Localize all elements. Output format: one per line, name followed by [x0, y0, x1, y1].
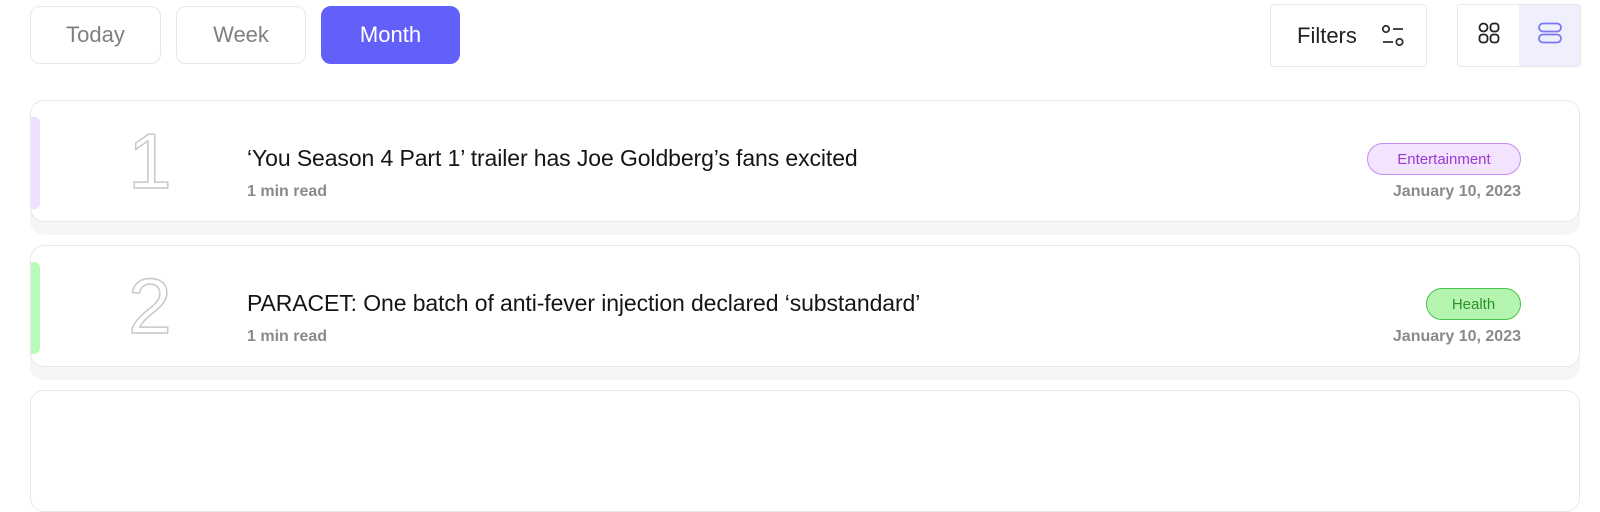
rank-number: 2 — [128, 261, 173, 351]
list-view-icon — [1537, 21, 1563, 50]
view-mode-toggle — [1457, 4, 1581, 67]
article-card[interactable]: 2 PARACET: One batch of anti-fever injec… — [30, 245, 1580, 367]
list-view-button[interactable] — [1519, 5, 1580, 66]
filters-button[interactable]: Filters — [1270, 4, 1427, 67]
publish-date: January 10, 2023 — [1392, 328, 1521, 345]
month-button[interactable]: Month — [321, 6, 460, 64]
today-button[interactable]: Today — [30, 6, 161, 64]
week-button[interactable]: Week — [176, 6, 306, 64]
grid-view-button[interactable] — [1458, 5, 1519, 66]
article-title[interactable]: ‘You Season 4 Part 1’ trailer has Joe Go… — [247, 145, 858, 172]
sliders-icon — [1381, 24, 1405, 48]
publish-date: January 10, 2023 — [1392, 183, 1521, 200]
article-title[interactable]: PARACET: One batch of anti-fever injecti… — [247, 290, 920, 317]
article-card[interactable] — [30, 390, 1580, 512]
category-badge[interactable]: Entertainment — [1367, 143, 1521, 175]
article-card[interactable]: 1 ‘You Season 4 Part 1’ trailer has Joe … — [30, 100, 1580, 222]
toolbar: Today Week Month Filters — [0, 0, 1600, 80]
rank-number: 1 — [128, 116, 173, 206]
grid-view-icon — [1477, 21, 1501, 50]
read-time: 1 min read — [247, 328, 328, 345]
category-accent-bar — [31, 117, 40, 209]
category-accent-bar — [31, 262, 40, 354]
category-badge[interactable]: Health — [1426, 288, 1521, 320]
read-time: 1 min read — [247, 183, 328, 200]
filters-label: Filters — [1297, 22, 1357, 48]
